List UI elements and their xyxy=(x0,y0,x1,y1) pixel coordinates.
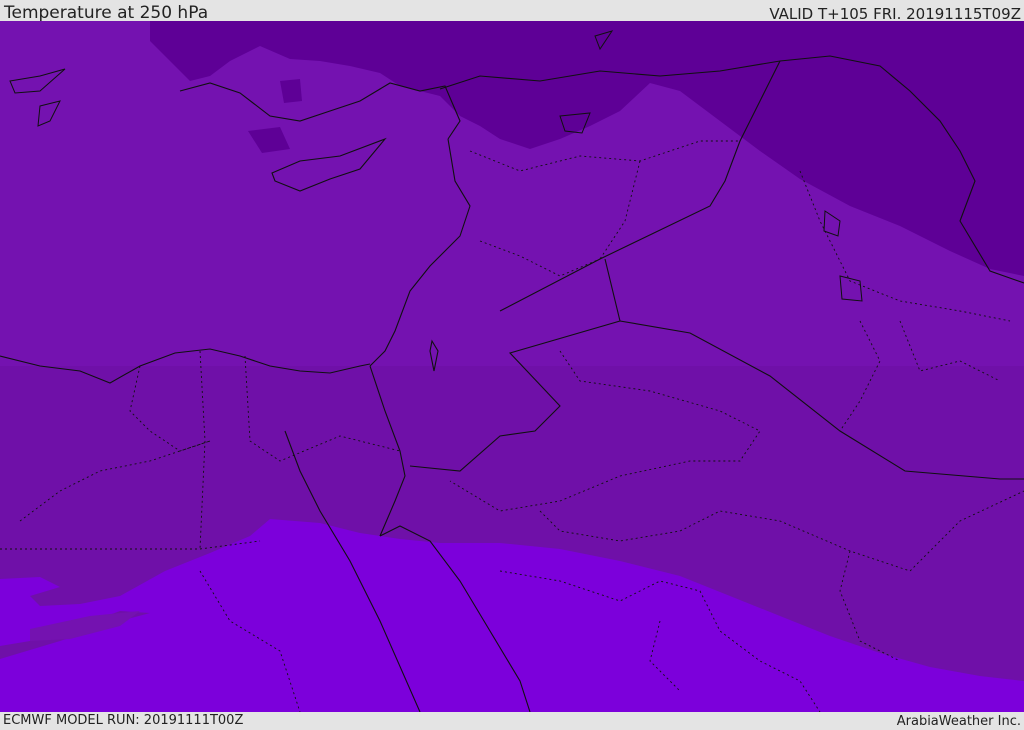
header-bar: Temperature at 250 hPa VALID T+105 FRI. … xyxy=(0,0,1024,23)
map-title: Temperature at 250 hPa xyxy=(4,3,209,23)
credit-label: ArabiaWeather Inc. xyxy=(896,714,1021,729)
model-run-label: ECMWF MODEL RUN: 20191111T00Z xyxy=(3,713,244,728)
map-canvas[interactable] xyxy=(0,21,1024,712)
temperature-map xyxy=(0,21,1024,712)
footer-bar: ECMWF MODEL RUN: 20191111T00Z ArabiaWeat… xyxy=(0,712,1024,729)
